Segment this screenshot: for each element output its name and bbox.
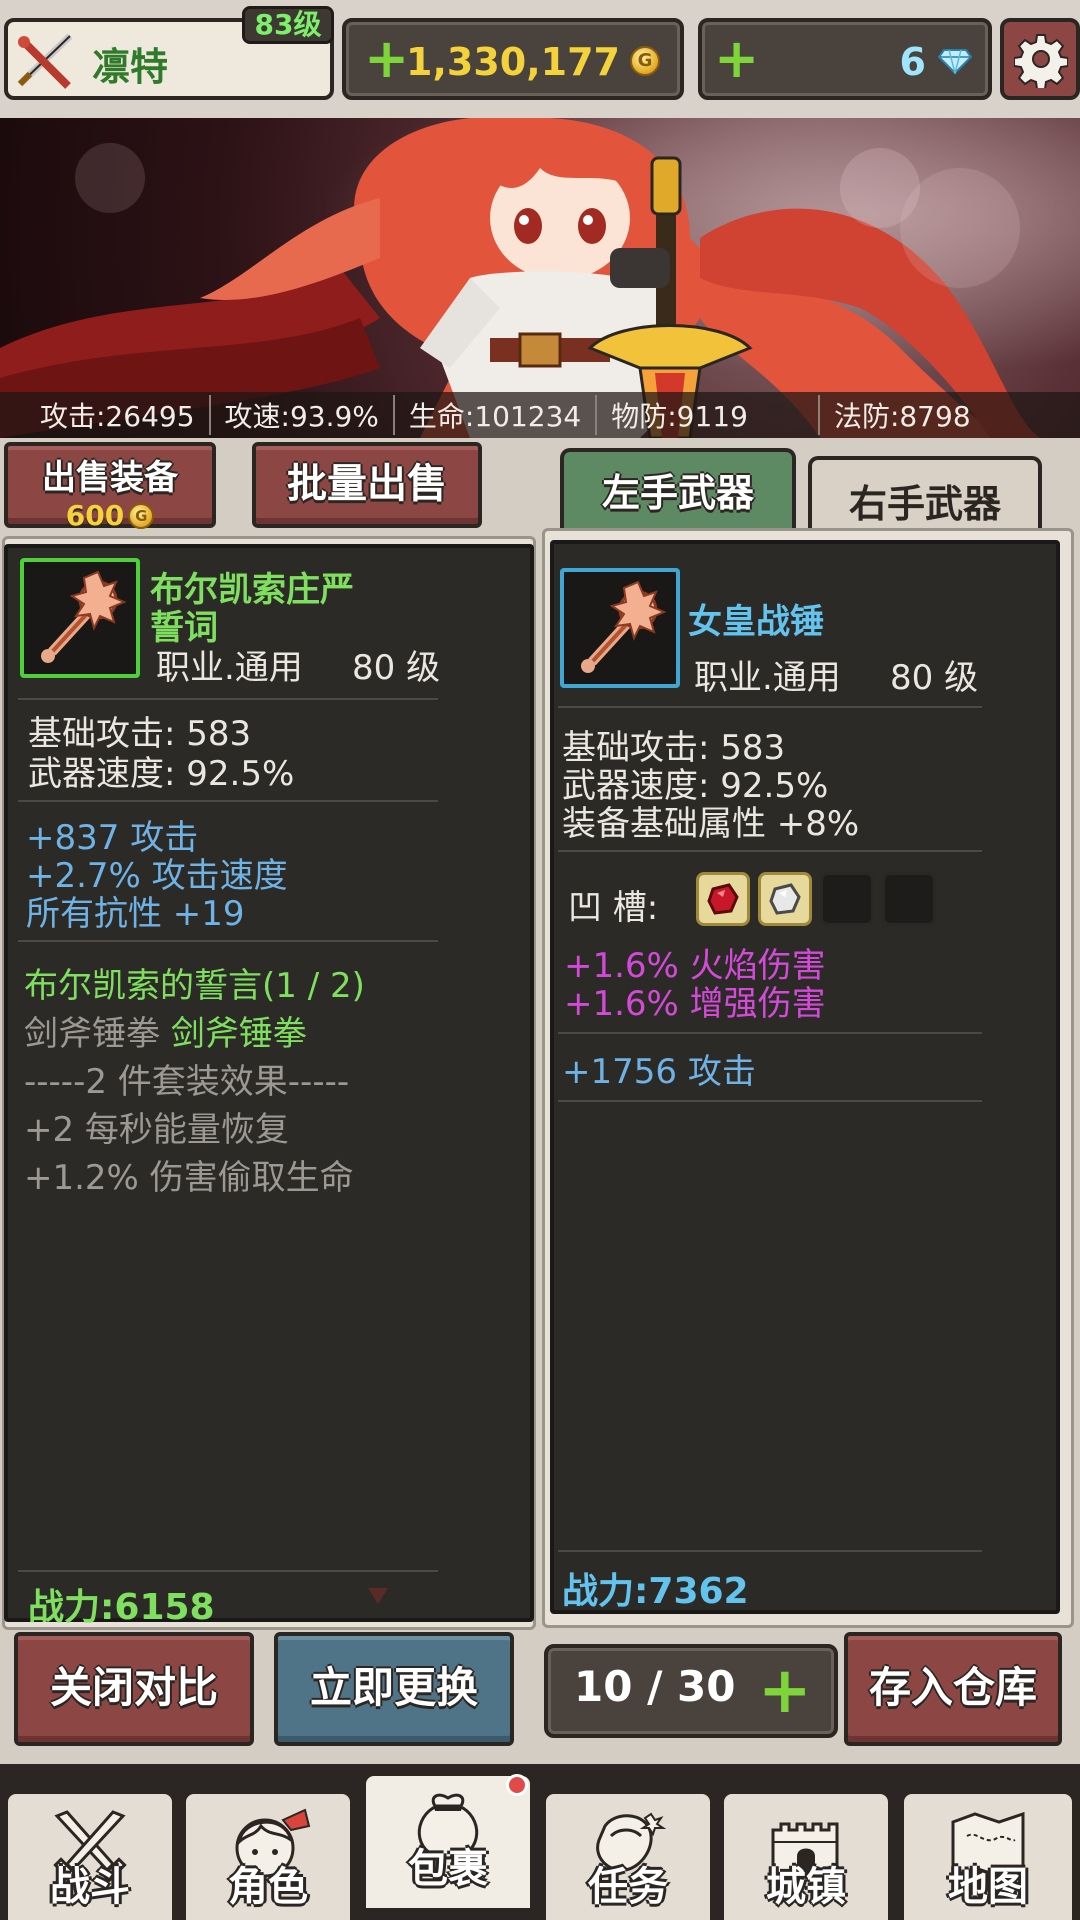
nav-label-battle: 战斗 bbox=[50, 1864, 130, 1910]
left-set-parts: 剑斧锤拳 剑斧锤拳 bbox=[24, 1014, 307, 1054]
compare-item-panel: 布尔凯索庄严 誓词 职业.通用 80 级 基础攻击: 583 武器速度: 92.… bbox=[4, 544, 534, 1628]
left-bonus-resist: 所有抗性 +19 bbox=[26, 894, 245, 934]
divider bbox=[18, 1570, 438, 1572]
close-compare-button[interactable]: 关闭对比 bbox=[14, 1632, 254, 1746]
nav-label-town: 城镇 bbox=[766, 1864, 846, 1910]
settings-button[interactable] bbox=[1000, 18, 1080, 100]
gold-box[interactable]: + 1,330,177 G bbox=[342, 18, 684, 100]
sell-equipment-button[interactable]: 出售装备 600 G bbox=[4, 442, 216, 532]
divider bbox=[558, 1032, 982, 1034]
store-warehouse-button[interactable]: 存入仓库 bbox=[844, 1632, 1062, 1746]
tab-right-weapon[interactable]: 右手武器 bbox=[808, 456, 1042, 538]
silver-gem-icon bbox=[769, 883, 801, 915]
war-hammer-icon bbox=[41, 570, 127, 663]
left-set-effect-1: +2 每秒能量恢复 bbox=[24, 1110, 289, 1150]
character-stats-bar: 攻击:26495 攻速:93.9% 生命:101234 物防:9119 法防:8… bbox=[0, 392, 1080, 438]
divider bbox=[558, 1550, 982, 1552]
left-weapon-speed: 武器速度: 92.5% bbox=[28, 754, 295, 794]
sell-price: 600 bbox=[65, 499, 125, 532]
nav-battle[interactable]: 战斗 bbox=[4, 1790, 176, 1920]
expand-bag-icon[interactable]: + bbox=[758, 1659, 812, 1723]
nav-label-map: 地图 bbox=[948, 1864, 1028, 1910]
left-item-class: 职业.通用 bbox=[156, 648, 303, 688]
gear-icon bbox=[1014, 34, 1068, 88]
equipped-item-panel: 女皇战锤 职业.通用 80 级 基础攻击: 583 武器速度: 92.5% 装备… bbox=[550, 540, 1060, 1614]
nav-label-quest: 任务 bbox=[588, 1864, 668, 1910]
bulk-sell-button[interactable]: 批量出售 bbox=[252, 442, 482, 528]
left-set-effect-header: -----2 件套装效果----- bbox=[24, 1062, 350, 1102]
socket-ruby[interactable] bbox=[696, 872, 750, 926]
socket-label: 凹 槽: bbox=[568, 888, 659, 928]
left-set-name: 布尔凯索的誓言(1 / 2) bbox=[24, 966, 365, 1006]
bulk-sell-label: 批量出售 bbox=[287, 461, 447, 507]
bag-capacity-box[interactable]: 10 / 30 + bbox=[544, 1644, 838, 1738]
replace-now-button[interactable]: 立即更换 bbox=[274, 1632, 514, 1746]
stat-attack-speed: 攻速:93.9% bbox=[211, 395, 395, 435]
item-slot-left[interactable] bbox=[20, 558, 140, 678]
nav-label-character: 角色 bbox=[228, 1864, 308, 1910]
replace-now-label: 立即更换 bbox=[309, 1663, 478, 1712]
diamond-icon bbox=[938, 49, 972, 74]
gold-coin-icon: G bbox=[630, 46, 660, 76]
gem-amount: 6 bbox=[899, 40, 926, 84]
character-banner bbox=[0, 118, 1080, 438]
right-item-class: 职业.通用 bbox=[694, 658, 841, 698]
divider bbox=[18, 800, 438, 802]
stat-attack: 攻击:26495 bbox=[0, 395, 211, 435]
nav-label-bag: 包裹 bbox=[408, 1846, 488, 1892]
right-item-level: 80 级 bbox=[890, 658, 979, 698]
player-name: 凛特 bbox=[92, 45, 169, 89]
socket-diamond[interactable] bbox=[758, 872, 812, 926]
right-bonus-attack: +1756 攻击 bbox=[562, 1052, 756, 1092]
divider bbox=[558, 1100, 982, 1102]
gold-coin-icon: G bbox=[128, 502, 155, 529]
nav-quest[interactable]: 任务 bbox=[542, 1790, 714, 1920]
gem-box[interactable]: + 6 bbox=[698, 18, 992, 100]
close-compare-label: 关闭对比 bbox=[49, 1663, 218, 1712]
tab-left-weapon[interactable]: 左手武器 bbox=[560, 448, 796, 532]
stat-hp: 生命:101234 bbox=[395, 395, 598, 435]
divider bbox=[18, 940, 438, 942]
socket-empty[interactable] bbox=[882, 872, 936, 926]
scroll-down-arrow-icon[interactable] bbox=[368, 1588, 388, 1604]
divider bbox=[558, 706, 982, 708]
right-power: 战力:7362 bbox=[562, 1571, 749, 1612]
level-badge: 83级 bbox=[242, 6, 334, 44]
add-gold-icon[interactable]: + bbox=[364, 32, 409, 86]
gold-amount: 1,330,177 bbox=[406, 40, 620, 84]
store-warehouse-label: 存入仓库 bbox=[868, 1663, 1037, 1712]
character-portrait-icon bbox=[0, 118, 1080, 438]
socket-effect-damage: +1.6% 增强伤害 bbox=[564, 984, 826, 1024]
left-set-effect-2: +1.2% 伤害偷取生命 bbox=[24, 1158, 354, 1198]
socket-empty[interactable] bbox=[820, 872, 874, 926]
left-item-level: 80 级 bbox=[352, 648, 441, 688]
ruby-gem-icon bbox=[707, 883, 739, 915]
item-slot-right[interactable] bbox=[560, 568, 680, 688]
stat-magic-defense: 法防:8798 bbox=[833, 400, 971, 433]
sell-equipment-label: 出售装备 bbox=[42, 458, 178, 498]
bag-capacity: 10 / 30 bbox=[574, 1662, 736, 1711]
divider bbox=[18, 698, 438, 700]
nav-bag[interactable]: 包裹 bbox=[362, 1772, 534, 1912]
stat-physical-defense: 物防:9119 bbox=[597, 395, 820, 435]
right-base-bonus: 装备基础属性 +8% bbox=[562, 804, 860, 844]
add-gem-icon[interactable]: + bbox=[714, 32, 759, 86]
war-hammer-icon bbox=[581, 580, 667, 673]
nav-town[interactable]: 城镇 bbox=[720, 1790, 892, 1920]
divider bbox=[558, 850, 982, 852]
nav-map[interactable]: 地图 bbox=[900, 1790, 1076, 1920]
notification-dot bbox=[506, 1774, 528, 1796]
crossed-swords-icon bbox=[17, 33, 73, 89]
left-power: 战力:6158 bbox=[28, 1587, 215, 1628]
nav-character[interactable]: 角色 bbox=[182, 1790, 354, 1920]
right-item-name: 女皇战锤 bbox=[688, 602, 824, 642]
